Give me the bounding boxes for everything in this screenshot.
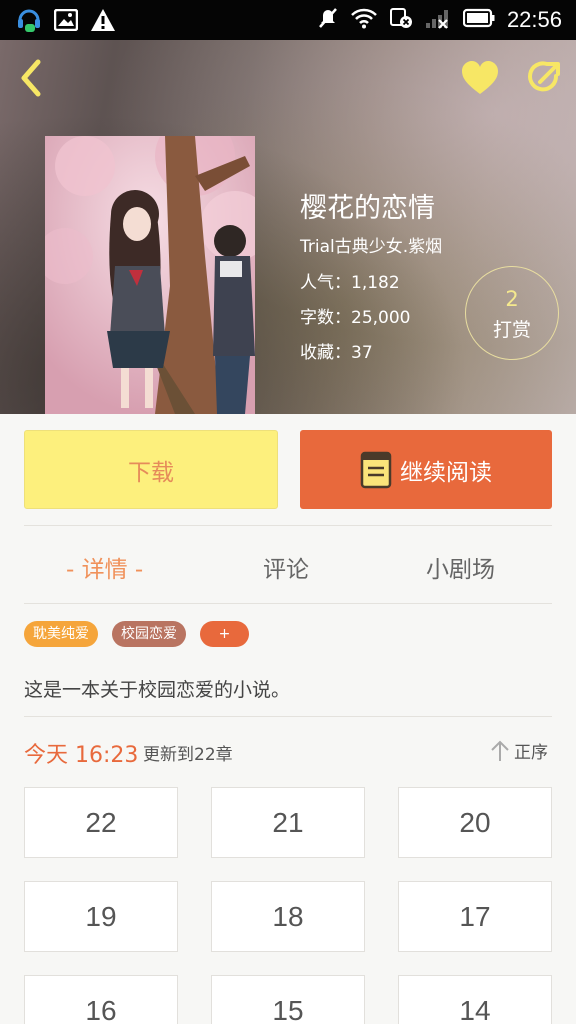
chevron-left-icon [21,59,41,97]
tag-item[interactable]: 校园恋爱 [112,621,186,647]
continue-reading-button[interactable]: 继续阅读 [300,430,552,509]
headset-icon [16,6,42,38]
reward-count: 2 [505,287,519,311]
tab-comments[interactable]: 评论 [263,550,309,584]
status-bar: 22:56 [0,0,576,40]
reward-button[interactable]: 2 打赏 [465,266,559,360]
battery-icon [462,8,495,32]
cover-illustration [45,136,255,414]
download-button[interactable]: 下载 [24,430,278,509]
chapter-button[interactable]: 14 [398,975,552,1024]
add-tag-button[interactable]: + [200,621,249,647]
status-time: 22:56 [506,7,562,32]
image-icon [53,8,79,35]
heart-icon [462,61,498,94]
chapter-button[interactable]: 17 [398,881,552,952]
book-author[interactable]: Trial古典少女.紫烟 [300,232,442,257]
book-cover[interactable] [45,136,255,414]
share-icon [528,61,560,92]
continue-reading-label: 继续阅读 [400,459,492,486]
back-button[interactable] [14,58,50,98]
book-description: 这是一本关于校园恋爱的小说。 [24,679,291,701]
divider [24,716,552,717]
download-label: 下载 [128,459,174,486]
chapter-button[interactable]: 15 [211,975,365,1024]
share-button[interactable] [526,58,564,96]
chapter-button[interactable]: 18 [211,881,365,952]
book-title: 樱花的恋情 [300,193,435,224]
book-popularity: 人气：1,182 [300,273,400,293]
tab-theater[interactable]: 小剧场 [426,550,495,584]
update-time: 今天 16:23 [24,743,139,768]
sort-order-label: 正序 [514,743,548,763]
chapter-button[interactable]: 19 [24,881,178,952]
book-icon [360,451,392,488]
reward-label: 打赏 [492,319,531,341]
chapter-button[interactable]: 16 [24,975,178,1024]
sort-order-button[interactable]: 正序 [490,738,548,763]
sim-icon [389,7,413,33]
book-word-count: 字数：25,000 [300,308,411,328]
arrow-up-icon [491,740,509,761]
divider [24,603,552,604]
mute-icon [317,7,339,33]
divider [24,525,552,526]
warning-icon [90,8,116,36]
book-favorites: 收藏：37 [300,343,373,363]
chapter-button[interactable]: 20 [398,787,552,858]
tag-item[interactable]: 耽美纯爱 [24,621,98,647]
wifi-icon [351,7,377,33]
update-text: 更新到22章 [143,745,233,765]
chapter-button[interactable]: 22 [24,787,178,858]
book-header: 樱花的恋情 Trial古典少女.紫烟 人气：1,182 字数：25,000 收藏… [0,40,576,414]
chapter-button[interactable]: 21 [211,787,365,858]
tab-details[interactable]: - 详情 - [66,550,143,584]
signal-icon [425,7,451,33]
favorite-button[interactable] [460,60,500,96]
